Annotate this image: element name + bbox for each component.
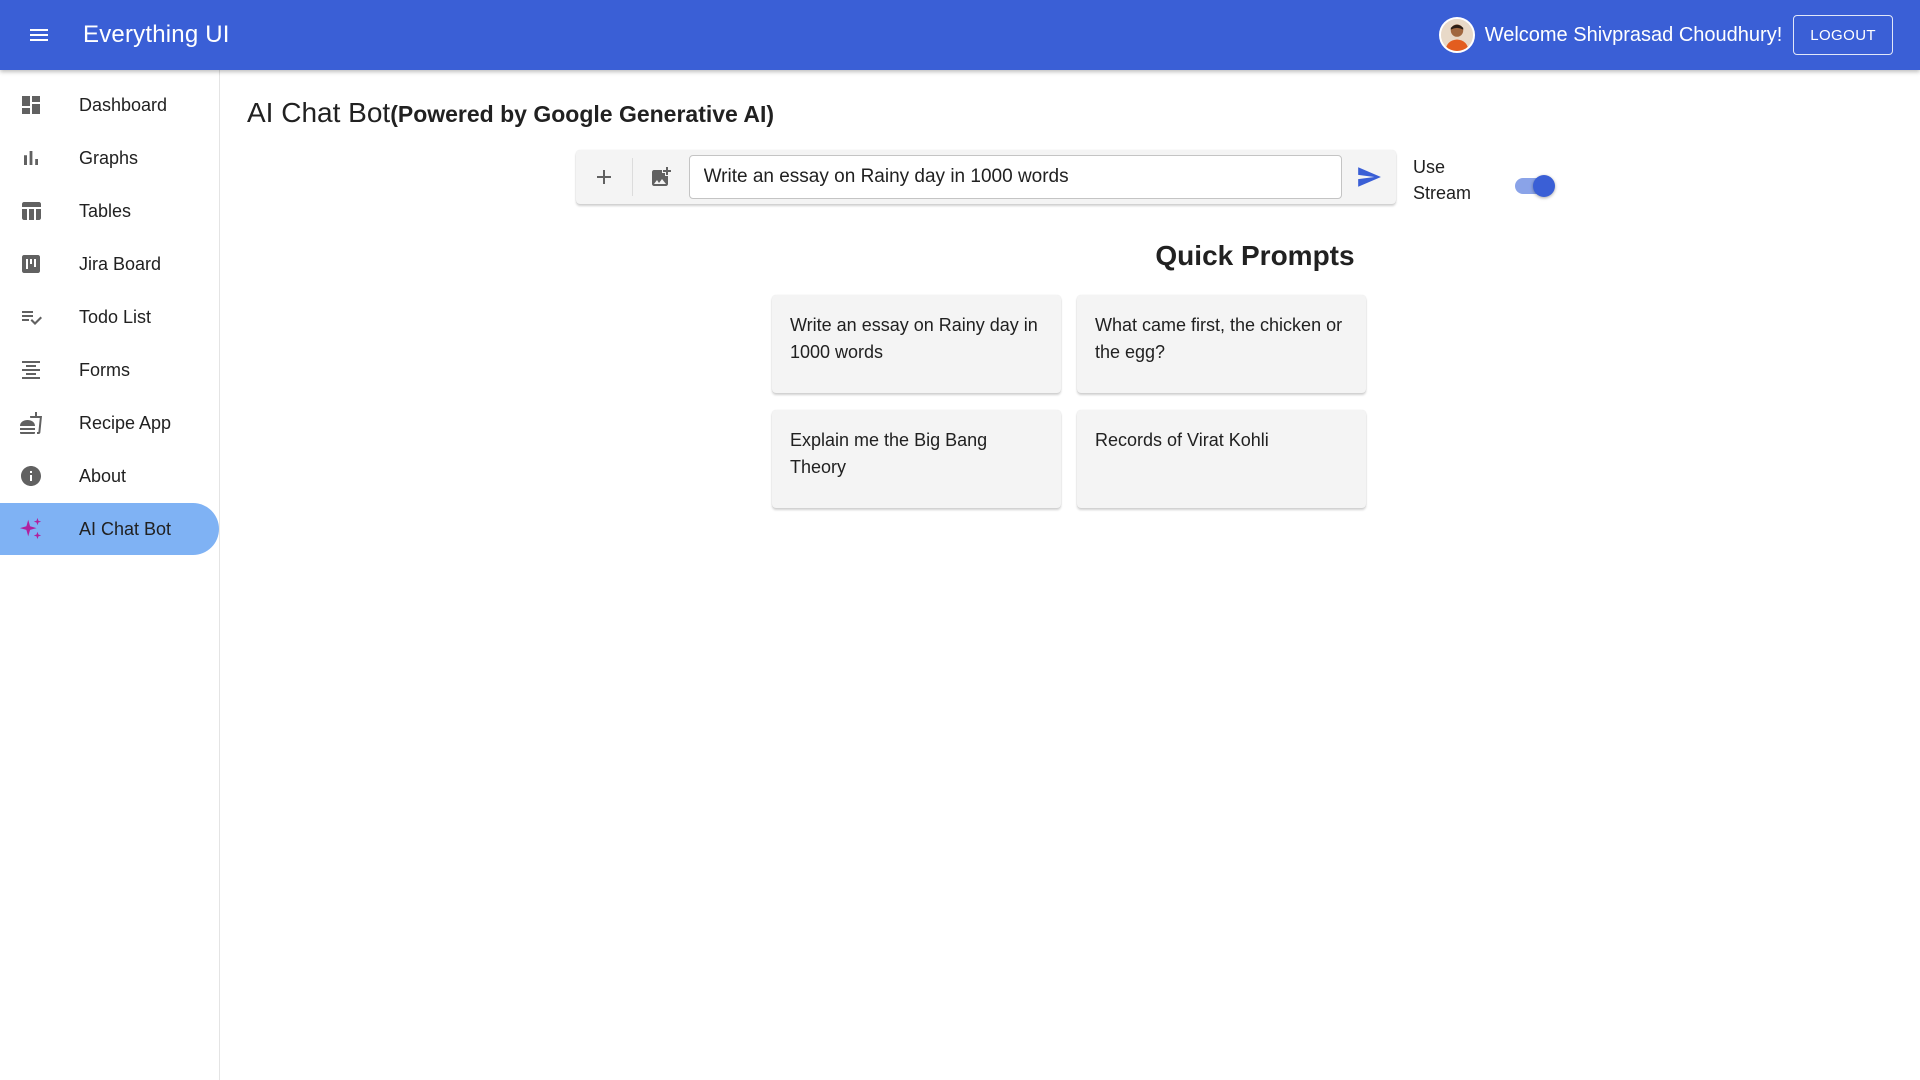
use-stream-toggle[interactable] [1513, 170, 1557, 200]
add-photo-icon [651, 167, 671, 186]
add-image-button[interactable] [633, 150, 689, 204]
quick-prompt-card[interactable]: What came first, the chicken or the egg? [1077, 295, 1366, 393]
sparkle-icon [19, 517, 43, 541]
info-icon [19, 464, 43, 488]
recipe-icon [19, 411, 43, 435]
quick-prompt-card[interactable]: Explain me the Big Bang Theory [772, 410, 1061, 508]
sidebar-item-label: AI Chat Bot [79, 518, 172, 539]
sidebar-item-jira-board[interactable]: Jira Board [0, 238, 219, 290]
sidebar-item-about[interactable]: About [0, 450, 219, 502]
sidebar-nav: Dashboard Graphs Tables Jira Board Todo … [0, 79, 219, 555]
avatar[interactable] [1438, 17, 1475, 53]
align-center-icon [19, 358, 43, 382]
sidebar-item-recipe-app[interactable]: Recipe App [0, 397, 219, 449]
sidebar-item-dashboard[interactable]: Dashboard [0, 79, 219, 131]
new-chat-button[interactable] [576, 150, 632, 204]
sidebar-item-label: About [79, 465, 127, 486]
logout-button[interactable]: LOGOUT [1793, 15, 1893, 55]
use-stream-label: Use Stream [1413, 157, 1472, 203]
quick-prompt-card[interactable]: Records of Virat Kohli [1077, 410, 1366, 508]
table-icon [19, 199, 43, 223]
menu-button[interactable] [19, 15, 59, 55]
sidebar-item-forms[interactable]: Forms [0, 344, 219, 396]
plus-icon [596, 170, 611, 184]
sidebar-item-label: Jira Board [79, 253, 162, 274]
app-bar: Everything UI Welcome Shivprasad Choudhu… [0, 0, 1920, 70]
welcome-text: Welcome Shivprasad Choudhury! [1484, 23, 1783, 46]
dashboard-icon [19, 93, 43, 117]
sidebar-item-label: Todo List [79, 306, 152, 327]
prompt-bar [576, 150, 1396, 204]
checklist-icon [19, 305, 43, 329]
send-icon [1358, 167, 1381, 187]
user-avatar-icon [1440, 19, 1473, 51]
sidebar-item-label: Tables [79, 200, 132, 221]
send-button[interactable] [1342, 150, 1396, 204]
page-title-suffix: (Powered by Google Generative AI) [390, 101, 775, 127]
sidebar-item-label: Forms [79, 359, 130, 380]
kanban-board-icon [19, 252, 43, 276]
page-title-text: AI Chat Bot [247, 97, 391, 128]
toggle-thumb [1533, 175, 1555, 197]
sidebar-item-todo-list[interactable]: Todo List [0, 291, 219, 343]
sidebar-item-label: Graphs [79, 147, 139, 168]
sidebar: Dashboard Graphs Tables Jira Board Todo … [0, 70, 220, 1080]
sidebar-item-label: Dashboard [79, 94, 168, 115]
app-title: Everything UI [83, 21, 230, 48]
sidebar-item-label: Recipe App [79, 412, 172, 433]
main-content: AI Chat Bot(Powered by Google Generative… [220, 70, 1920, 1080]
sidebar-item-ai-chat-bot[interactable]: AI Chat Bot [0, 503, 219, 555]
sidebar-item-tables[interactable]: Tables [0, 185, 219, 237]
user-area: Welcome Shivprasad Choudhury! LOGOUT [1438, 15, 1893, 55]
page-title: AI Chat Bot(Powered by Google Generative… [247, 97, 774, 129]
quick-prompts-grid: Write an essay on Rainy day in 1000 word… [772, 295, 1366, 508]
quick-prompt-card[interactable]: Write an essay on Rainy day in 1000 word… [772, 295, 1061, 393]
quick-prompts-title: Quick Prompts [1155, 240, 1355, 271]
bar-chart-icon [19, 146, 43, 170]
sidebar-item-graphs[interactable]: Graphs [0, 132, 219, 184]
hamburger-menu-icon [30, 29, 48, 41]
prompt-input[interactable] [688, 155, 1343, 199]
